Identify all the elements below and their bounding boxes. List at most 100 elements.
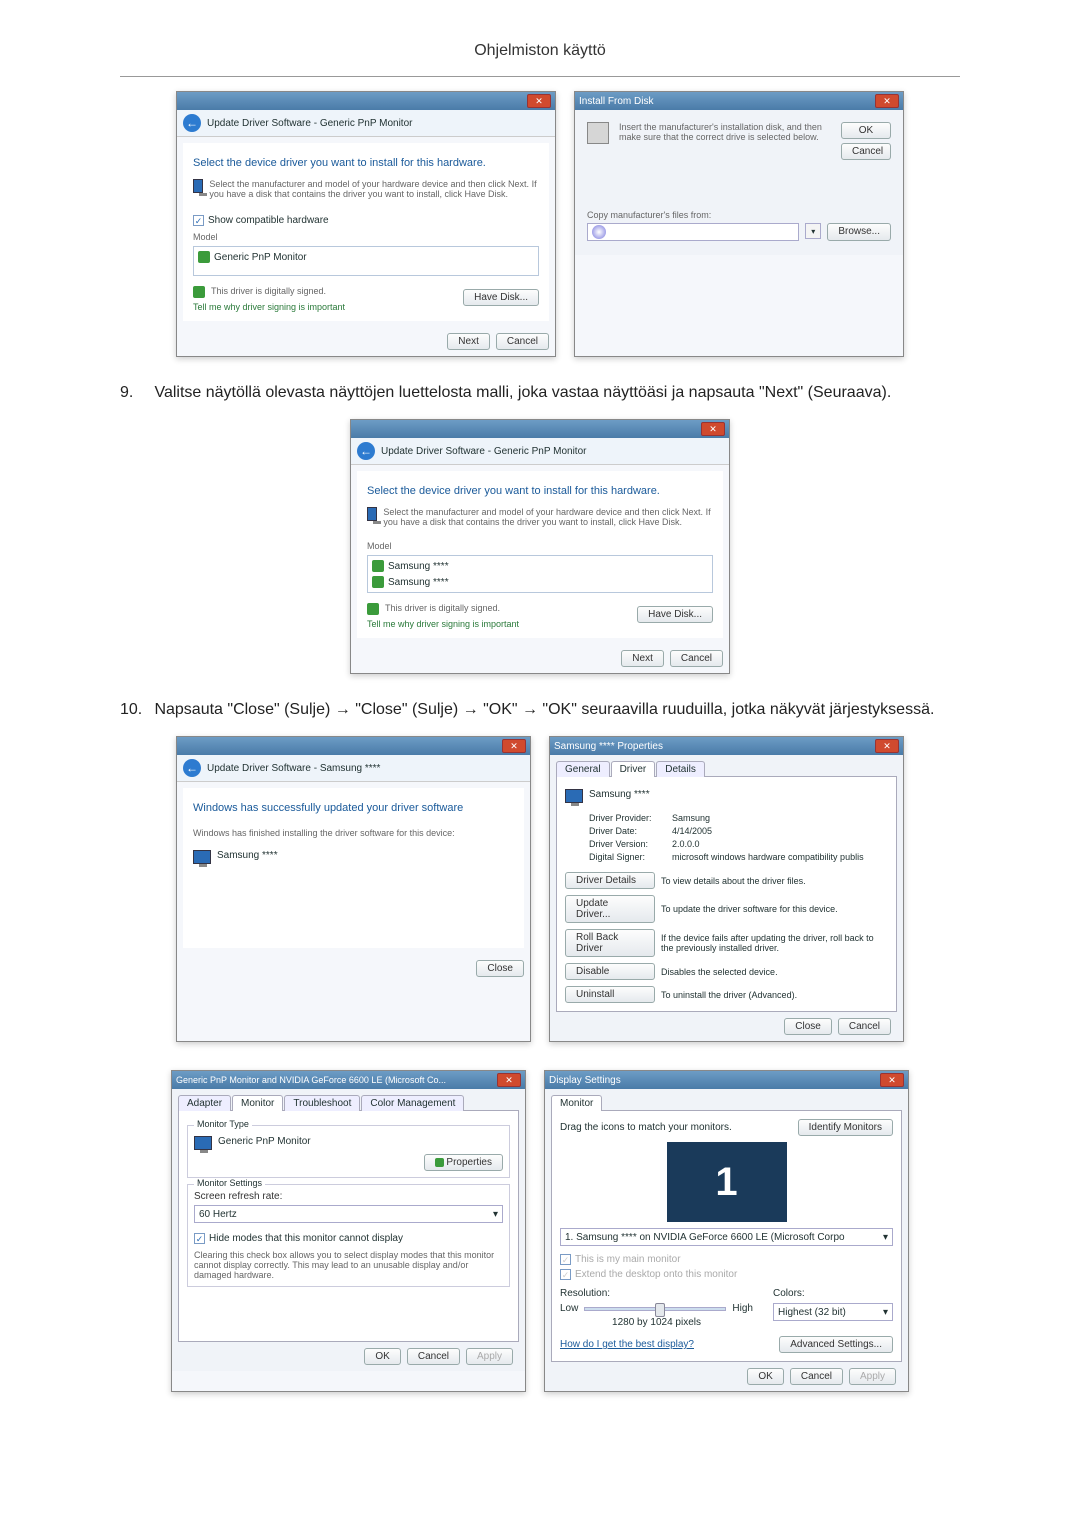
cancel-button[interactable]: Cancel — [670, 650, 723, 667]
close-icon[interactable]: ✕ — [497, 1073, 521, 1087]
monitor-select[interactable]: 1. Samsung **** on NVIDIA GeForce 6600 L… — [560, 1228, 893, 1246]
path-input[interactable] — [587, 223, 799, 241]
next-button[interactable]: Next — [447, 333, 490, 350]
ok-button[interactable]: OK — [747, 1368, 783, 1385]
tab-adapter[interactable]: Adapter — [178, 1095, 231, 1111]
display-settings-dialog: Display Settings ✕ Monitor Drag the icon… — [544, 1070, 909, 1392]
uninstall-button[interactable]: Uninstall — [565, 986, 655, 1003]
cancel-button[interactable]: Cancel — [838, 1018, 891, 1035]
extend-label: Extend the desktop onto this monitor — [575, 1269, 737, 1280]
close-icon[interactable]: ✕ — [701, 422, 725, 436]
signed-text: This driver is digitally signed. — [385, 603, 500, 613]
cancel-button[interactable]: Cancel — [496, 333, 549, 350]
tab-monitor[interactable]: Monitor — [551, 1095, 602, 1111]
rollback-desc: If the device fails after updating the d… — [661, 933, 888, 953]
resolution-slider[interactable] — [584, 1307, 726, 1311]
browse-button[interactable]: Browse... — [827, 223, 891, 241]
have-disk-button[interactable]: Have Disk... — [637, 606, 713, 623]
driver-details-button[interactable]: Driver Details — [565, 872, 655, 889]
apply-button[interactable]: Apply — [849, 1368, 896, 1385]
rollback-button[interactable]: Roll Back Driver — [565, 929, 655, 957]
dialog-title: Install From Disk — [579, 96, 653, 107]
cancel-button[interactable]: Cancel — [407, 1348, 460, 1365]
shield-icon — [435, 1158, 444, 1167]
tab-color[interactable]: Color Management — [361, 1095, 464, 1111]
dialog-title: Display Settings — [549, 1075, 621, 1086]
model-list[interactable]: Samsung **** Samsung **** — [367, 555, 713, 593]
monitor-settings-label: Monitor Settings — [194, 1178, 265, 1188]
signer-value: microsoft windows hardware compatibility… — [672, 852, 888, 862]
monitor-preview[interactable]: 1 — [667, 1142, 787, 1222]
tab-monitor[interactable]: Monitor — [232, 1095, 283, 1111]
hint-text: Select the manufacturer and model of you… — [383, 507, 713, 527]
step-body: Valitse näytöllä olevasta näyttöjen luet… — [154, 384, 891, 401]
instruction-heading: Select the device driver you want to ins… — [367, 479, 713, 503]
back-icon[interactable]: ← — [183, 759, 201, 777]
cancel-button[interactable]: Cancel — [790, 1368, 843, 1385]
have-disk-button[interactable]: Have Disk... — [463, 289, 539, 306]
close-icon[interactable]: ✕ — [880, 1073, 904, 1087]
close-button[interactable]: Close — [476, 960, 524, 977]
ok-button[interactable]: OK — [364, 1348, 400, 1365]
ok-button[interactable]: OK — [841, 122, 891, 139]
cancel-button[interactable]: Cancel — [841, 143, 891, 160]
close-icon[interactable]: ✕ — [527, 94, 551, 108]
version-value: 2.0.0.0 — [672, 839, 888, 849]
colors-select[interactable]: Highest (32 bit) ▾ — [773, 1303, 893, 1321]
back-icon[interactable]: ← — [357, 442, 375, 460]
advanced-button[interactable]: Advanced Settings... — [779, 1336, 893, 1353]
dialog-title: Samsung **** Properties — [554, 741, 663, 752]
identify-button[interactable]: Identify Monitors — [798, 1119, 893, 1136]
list-item[interactable]: Generic PnP Monitor — [214, 252, 307, 263]
tab-troubleshoot[interactable]: Troubleshoot — [284, 1095, 360, 1111]
tab-driver[interactable]: Driver — [611, 761, 656, 777]
main-monitor-checkbox[interactable]: ✓ — [560, 1254, 571, 1265]
show-compatible-label: Show compatible hardware — [208, 215, 329, 226]
shield-icon — [198, 251, 210, 263]
monitor-select-value: 1. Samsung **** on NVIDIA GeForce 6600 L… — [565, 1232, 845, 1243]
refresh-select[interactable]: 60 Hertz ▾ — [194, 1205, 503, 1223]
list-item[interactable]: Samsung **** — [388, 577, 449, 588]
titlebar: Install From Disk ✕ — [575, 92, 903, 110]
extend-checkbox[interactable]: ✓ — [560, 1269, 571, 1280]
signing-link[interactable]: Tell me why driver signing is important — [367, 619, 519, 629]
monitor-icon — [193, 850, 211, 864]
resolution-value: 1280 by 1024 pixels — [560, 1317, 753, 1328]
refresh-label: Screen refresh rate: — [194, 1191, 503, 1202]
monitor-tab-dialog: Generic PnP Monitor and NVIDIA GeForce 6… — [171, 1070, 526, 1392]
next-button[interactable]: Next — [621, 650, 664, 667]
hide-modes-checkbox[interactable]: ✓ — [194, 1233, 205, 1244]
properties-button[interactable]: Properties — [424, 1154, 503, 1171]
disable-button[interactable]: Disable — [565, 963, 655, 980]
close-button[interactable]: Close — [784, 1018, 832, 1035]
model-label: Model — [193, 232, 539, 242]
monitor-icon — [193, 179, 203, 193]
close-icon[interactable]: ✕ — [502, 739, 526, 753]
list-item[interactable]: Samsung **** — [388, 561, 449, 572]
back-icon[interactable]: ← — [183, 114, 201, 132]
update-driver-button[interactable]: Update Driver... — [565, 895, 655, 923]
driver-details-desc: To view details about the driver files. — [661, 876, 888, 886]
titlebar: ✕ — [177, 737, 530, 755]
success-sub: Windows has finished installing the driv… — [193, 828, 514, 838]
titlebar: Samsung **** Properties ✕ — [550, 737, 903, 755]
monitor-type-value: Generic PnP Monitor — [218, 1136, 311, 1147]
shield-icon — [372, 560, 384, 572]
monitor-properties-dialog: Samsung **** Properties ✕ General Driver… — [549, 736, 904, 1042]
shield-icon — [367, 603, 379, 615]
apply-button[interactable]: Apply — [466, 1348, 513, 1365]
close-icon[interactable]: ✕ — [875, 94, 899, 108]
disc-icon — [592, 225, 606, 239]
close-icon[interactable]: ✕ — [875, 739, 899, 753]
best-display-link[interactable]: How do I get the best display? — [560, 1339, 694, 1350]
tab-general[interactable]: General — [556, 761, 610, 777]
signing-link[interactable]: Tell me why driver signing is important — [193, 302, 345, 312]
signer-label: Digital Signer: — [589, 852, 669, 862]
update-driver-dialog-1: ✕ ← Update Driver Software - Generic PnP… — [176, 91, 556, 357]
tab-details[interactable]: Details — [656, 761, 705, 777]
colors-value: Highest (32 bit) — [778, 1307, 846, 1318]
show-compatible-checkbox[interactable]: ✓ — [193, 215, 204, 226]
model-list[interactable]: Generic PnP Monitor — [193, 246, 539, 276]
install-from-disk-dialog: Install From Disk ✕ Insert the manufactu… — [574, 91, 904, 357]
chevron-down-icon[interactable]: ▾ — [805, 223, 821, 239]
